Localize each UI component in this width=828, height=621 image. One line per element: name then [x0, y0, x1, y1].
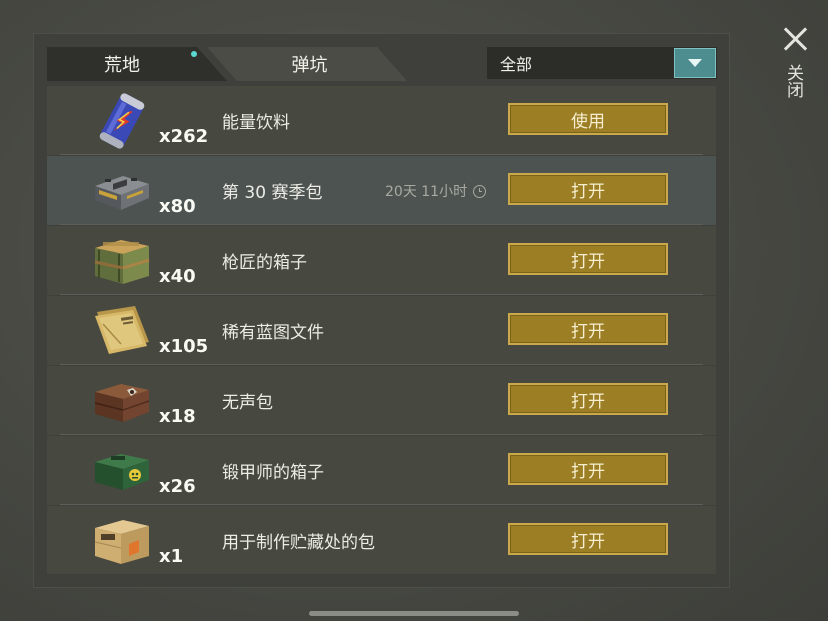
- season-pack-case-icon: [91, 162, 153, 220]
- dropdown-button[interactable]: [674, 48, 716, 78]
- list-item: x26 锻甲师的箱子 打开: [47, 436, 716, 505]
- timer-text: 20天 11小时: [385, 184, 468, 200]
- item-quantity: x105: [159, 336, 209, 357]
- item-name: 稀有蓝图文件: [222, 323, 324, 343]
- notification-dot: [191, 51, 197, 57]
- list-item: x40 枪匠的箱子 打开: [47, 226, 716, 295]
- list-item: x1 用于制作贮藏处的包 打开: [47, 506, 716, 574]
- item-name: 锻甲师的箱子: [222, 463, 324, 483]
- open-button[interactable]: 打开: [508, 453, 668, 485]
- tab-bar: 弹坑 荒地: [47, 47, 427, 83]
- item-quantity: x26: [159, 476, 196, 497]
- list-item: x80 第 30 赛季包 20天 11小时 打开: [47, 156, 716, 225]
- item-quantity: x262: [159, 126, 209, 147]
- open-button[interactable]: 打开: [508, 523, 668, 555]
- item-quantity: x18: [159, 406, 196, 427]
- armorer-box-icon: [91, 442, 153, 500]
- dropdown-triangle-icon: [688, 59, 702, 67]
- item-name: 枪匠的箱子: [222, 253, 307, 273]
- tab-crater[interactable]: 弹坑: [207, 47, 407, 81]
- tab-wasteland-label: 荒地: [104, 55, 140, 76]
- item-quantity: x1: [159, 546, 184, 567]
- timer: 20天 11小时: [385, 181, 487, 201]
- home-indicator[interactable]: [309, 611, 519, 616]
- item-list: x262 能量饮料 使用 x80 第 30 赛季包 20天 11小时 打开 x4…: [47, 86, 716, 574]
- filter-dropdown[interactable]: 全部: [487, 47, 717, 79]
- row-divider: [60, 224, 703, 225]
- close-label[interactable]: 关闭: [783, 64, 806, 98]
- item-quantity: x40: [159, 266, 196, 287]
- inventory-panel: 弹坑 荒地 全部 x262 能量饮料 使用 x80 第 30 赛季包 20天 1…: [33, 33, 730, 588]
- row-divider: [60, 364, 703, 365]
- open-button[interactable]: 打开: [508, 313, 668, 345]
- list-item: x18 无声包 打开: [47, 366, 716, 435]
- item-name: 第 30 赛季包: [222, 183, 323, 203]
- open-button[interactable]: 打开: [508, 383, 668, 415]
- list-item: x262 能量饮料 使用: [47, 86, 716, 155]
- tab-wasteland[interactable]: 荒地: [47, 47, 227, 81]
- item-name: 能量饮料: [222, 113, 290, 133]
- row-divider: [60, 294, 703, 295]
- gunsmith-crate-icon: [91, 232, 153, 290]
- energy-drink-can-icon: [91, 92, 153, 150]
- silent-pack-crate-icon: [91, 372, 153, 430]
- row-divider: [60, 154, 703, 155]
- clock-icon: [473, 184, 487, 198]
- blueprint-folder-icon: [91, 302, 153, 360]
- stash-pack-box-icon: [91, 512, 153, 570]
- row-divider: [60, 434, 703, 435]
- item-name: 用于制作贮藏处的包: [222, 533, 375, 553]
- filter-value: 全部: [500, 55, 533, 74]
- use-button[interactable]: 使用: [508, 103, 668, 135]
- close-x-icon[interactable]: [781, 24, 811, 54]
- open-button[interactable]: 打开: [508, 173, 668, 205]
- list-item: x105 稀有蓝图文件 打开: [47, 296, 716, 365]
- row-divider: [60, 504, 703, 505]
- item-name: 无声包: [222, 393, 273, 413]
- open-button[interactable]: 打开: [508, 243, 668, 275]
- tab-crater-label: 弹坑: [291, 55, 328, 76]
- item-quantity: x80: [159, 196, 196, 217]
